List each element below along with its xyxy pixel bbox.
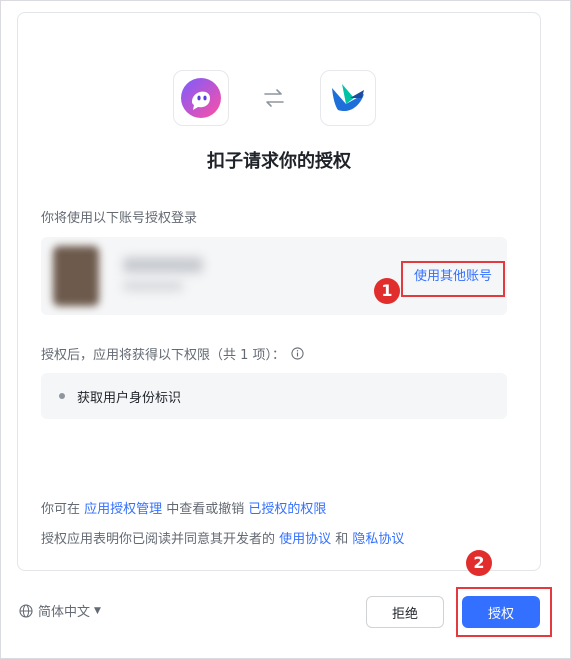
authorize-button[interactable]: 授权 [462,596,540,628]
blurred-account-name [123,257,203,273]
agreement-notice: 授权应用表明你已阅读并同意其开发者的 使用协议 和 隐私协议 [41,528,404,547]
app-auth-management-link[interactable]: 应用授权管理 [84,502,162,517]
caret-down-icon: ▼ [94,605,101,616]
avatar [53,246,99,306]
info-icon[interactable] [291,347,304,360]
terms-of-use-link[interactable]: 使用协议 [279,532,331,547]
bullet-icon [59,393,65,399]
globe-icon [19,603,33,618]
permission-list: 获取用户身份标识 [41,373,507,419]
privacy-policy-link[interactable]: 隐私协议 [352,532,404,547]
switch-account-link[interactable]: 使用其他账号 [401,261,505,297]
authorized-permissions-link[interactable]: 已授权的权限 [248,502,326,517]
agreement-notice-prefix: 授权应用表明你已阅读并同意其开发者的 [41,532,280,547]
swap-arrows-icon [264,89,284,107]
page-title: 扣子请求你的授权 [207,151,351,172]
permissions-label-text: 授权后，应用将获得以下权限（共 1 项）： [41,348,286,363]
agreement-notice-and: 和 [331,532,353,547]
revoke-notice-prefix: 你可在 [41,502,85,517]
language-selector[interactable]: 简体中文 ▼ [19,601,101,620]
language-label: 简体中文 [38,605,91,620]
feishu-app-icon [320,70,376,126]
coze-ghost-icon [181,78,221,118]
reject-button[interactable]: 拒绝 [366,596,444,628]
callout-badge-1: 1 [374,278,400,304]
authorization-card: 扣子请求你的授权 你将使用以下账号授权登录 1 使用其他账号 授权后，应用将获得… [17,12,541,571]
feishu-bird-icon [332,84,364,112]
revoke-notice: 你可在 应用授权管理 中查看或撤销 已授权的权限 [41,498,326,517]
account-section-label: 你将使用以下账号授权登录 [41,211,198,226]
coze-app-icon [173,70,229,126]
callout-badge-2: 2 [466,550,492,576]
blurred-account-detail [123,281,183,291]
revoke-notice-middle: 中查看或撤销 [162,502,249,517]
account-box: 1 使用其他账号 [41,237,507,315]
permissions-label: 授权后，应用将获得以下权限（共 1 项）： [41,344,304,363]
permission-item: 获取用户身份标识 [77,391,182,406]
